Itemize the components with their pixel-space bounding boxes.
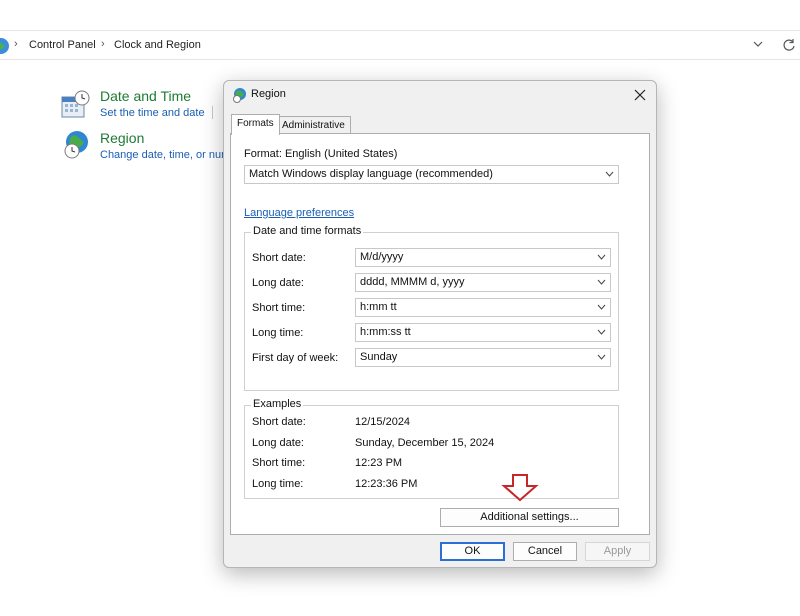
examples-group: Examples Short date: 12/15/2024 Long dat… bbox=[244, 398, 619, 499]
close-icon[interactable] bbox=[630, 85, 650, 105]
example-short-date-label: Short date: bbox=[252, 416, 306, 428]
example-long-time-label: Long time: bbox=[252, 478, 304, 490]
short-date-label: Short date: bbox=[252, 252, 306, 264]
long-date-select[interactable]: dddd, MMMM d, yyyy bbox=[355, 273, 611, 292]
dialog-titlebar[interactable]: Region bbox=[224, 81, 656, 109]
long-time-select[interactable]: h:mm:ss tt bbox=[355, 323, 611, 342]
chevron-down-icon bbox=[597, 279, 606, 285]
language-preferences-link[interactable]: Language preferences bbox=[244, 207, 354, 219]
breadcrumb-clock-and-region[interactable]: Clock and Region bbox=[114, 39, 201, 51]
short-date-value: M/d/yyyy bbox=[360, 251, 404, 263]
additional-settings-button[interactable]: Additional settings... bbox=[440, 508, 619, 527]
globe-clock-icon bbox=[233, 88, 246, 103]
breadcrumb-separator: › bbox=[14, 38, 18, 50]
short-time-select[interactable]: h:mm tt bbox=[355, 298, 611, 317]
format-select[interactable]: Match Windows display language (recommen… bbox=[244, 165, 619, 184]
calendar-clock-icon bbox=[61, 90, 90, 118]
ok-button[interactable]: OK bbox=[440, 542, 505, 561]
refresh-icon[interactable] bbox=[782, 38, 796, 52]
cancel-button[interactable]: Cancel bbox=[513, 542, 577, 561]
down-arrow-annotation-icon bbox=[501, 474, 539, 502]
cp-item-title[interactable]: Region bbox=[100, 130, 144, 146]
example-long-time-value: 12:23:36 PM bbox=[355, 478, 418, 490]
long-date-label: Long date: bbox=[252, 277, 304, 289]
long-date-value: dddd, MMMM d, yyyy bbox=[360, 276, 465, 288]
chevron-down-icon bbox=[597, 304, 606, 310]
group-legend: Date and time formats bbox=[251, 225, 364, 237]
chevron-down-icon bbox=[597, 329, 606, 335]
chevron-down-icon[interactable] bbox=[752, 38, 764, 50]
first-day-of-week-label: First day of week: bbox=[252, 352, 339, 364]
example-long-date-value: Sunday, December 15, 2024 bbox=[355, 437, 495, 449]
short-time-label: Short time: bbox=[252, 302, 306, 314]
format-label: Format: English (United States) bbox=[244, 148, 398, 160]
format-select-value: Match Windows display language (recommen… bbox=[249, 168, 493, 180]
chevron-down-icon bbox=[597, 254, 606, 260]
cp-item-title[interactable]: Date and Time bbox=[100, 88, 191, 104]
formats-panel: Format: English (United States) Match Wi… bbox=[230, 133, 650, 535]
cp-item-link[interactable]: Change date, time, or nun bbox=[100, 149, 227, 161]
globe-icon bbox=[0, 38, 9, 54]
chevron-down-icon bbox=[597, 354, 606, 360]
date-time-formats-group: Date and time formats Short date: M/d/yy… bbox=[244, 225, 619, 391]
tab-formats[interactable]: Formats bbox=[231, 114, 280, 135]
apply-button: Apply bbox=[585, 542, 650, 561]
breadcrumb-separator: › bbox=[101, 38, 105, 50]
example-long-date-label: Long date: bbox=[252, 437, 304, 449]
cp-item-link[interactable]: Set the time and date bbox=[100, 107, 205, 119]
example-short-time-label: Short time: bbox=[252, 457, 306, 469]
region-dialog: Region Formats Administrative Format: En… bbox=[223, 80, 657, 568]
group-legend: Examples bbox=[251, 398, 304, 410]
globe-clock-icon bbox=[64, 131, 88, 159]
chevron-down-icon bbox=[605, 171, 614, 177]
long-time-label: Long time: bbox=[252, 327, 304, 339]
cp-item-region[interactable]: Region Change date, time, or nun bbox=[60, 128, 230, 164]
address-bar: › Control Panel › Clock and Region bbox=[0, 30, 800, 60]
dialog-title: Region bbox=[251, 88, 286, 100]
short-date-select[interactable]: M/d/yyyy bbox=[355, 248, 611, 267]
breadcrumb-control-panel[interactable]: Control Panel bbox=[29, 39, 96, 51]
example-short-date-value: 12/15/2024 bbox=[355, 416, 411, 428]
example-short-time-value: 12:23 PM bbox=[355, 457, 403, 469]
long-time-value: h:mm:ss tt bbox=[360, 326, 411, 338]
divider bbox=[212, 106, 213, 119]
cp-item-date-and-time[interactable]: Date and Time Set the time and date bbox=[60, 86, 230, 122]
first-day-of-week-select[interactable]: Sunday bbox=[355, 348, 611, 367]
short-time-value: h:mm tt bbox=[360, 301, 397, 313]
first-day-of-week-value: Sunday bbox=[360, 351, 398, 363]
